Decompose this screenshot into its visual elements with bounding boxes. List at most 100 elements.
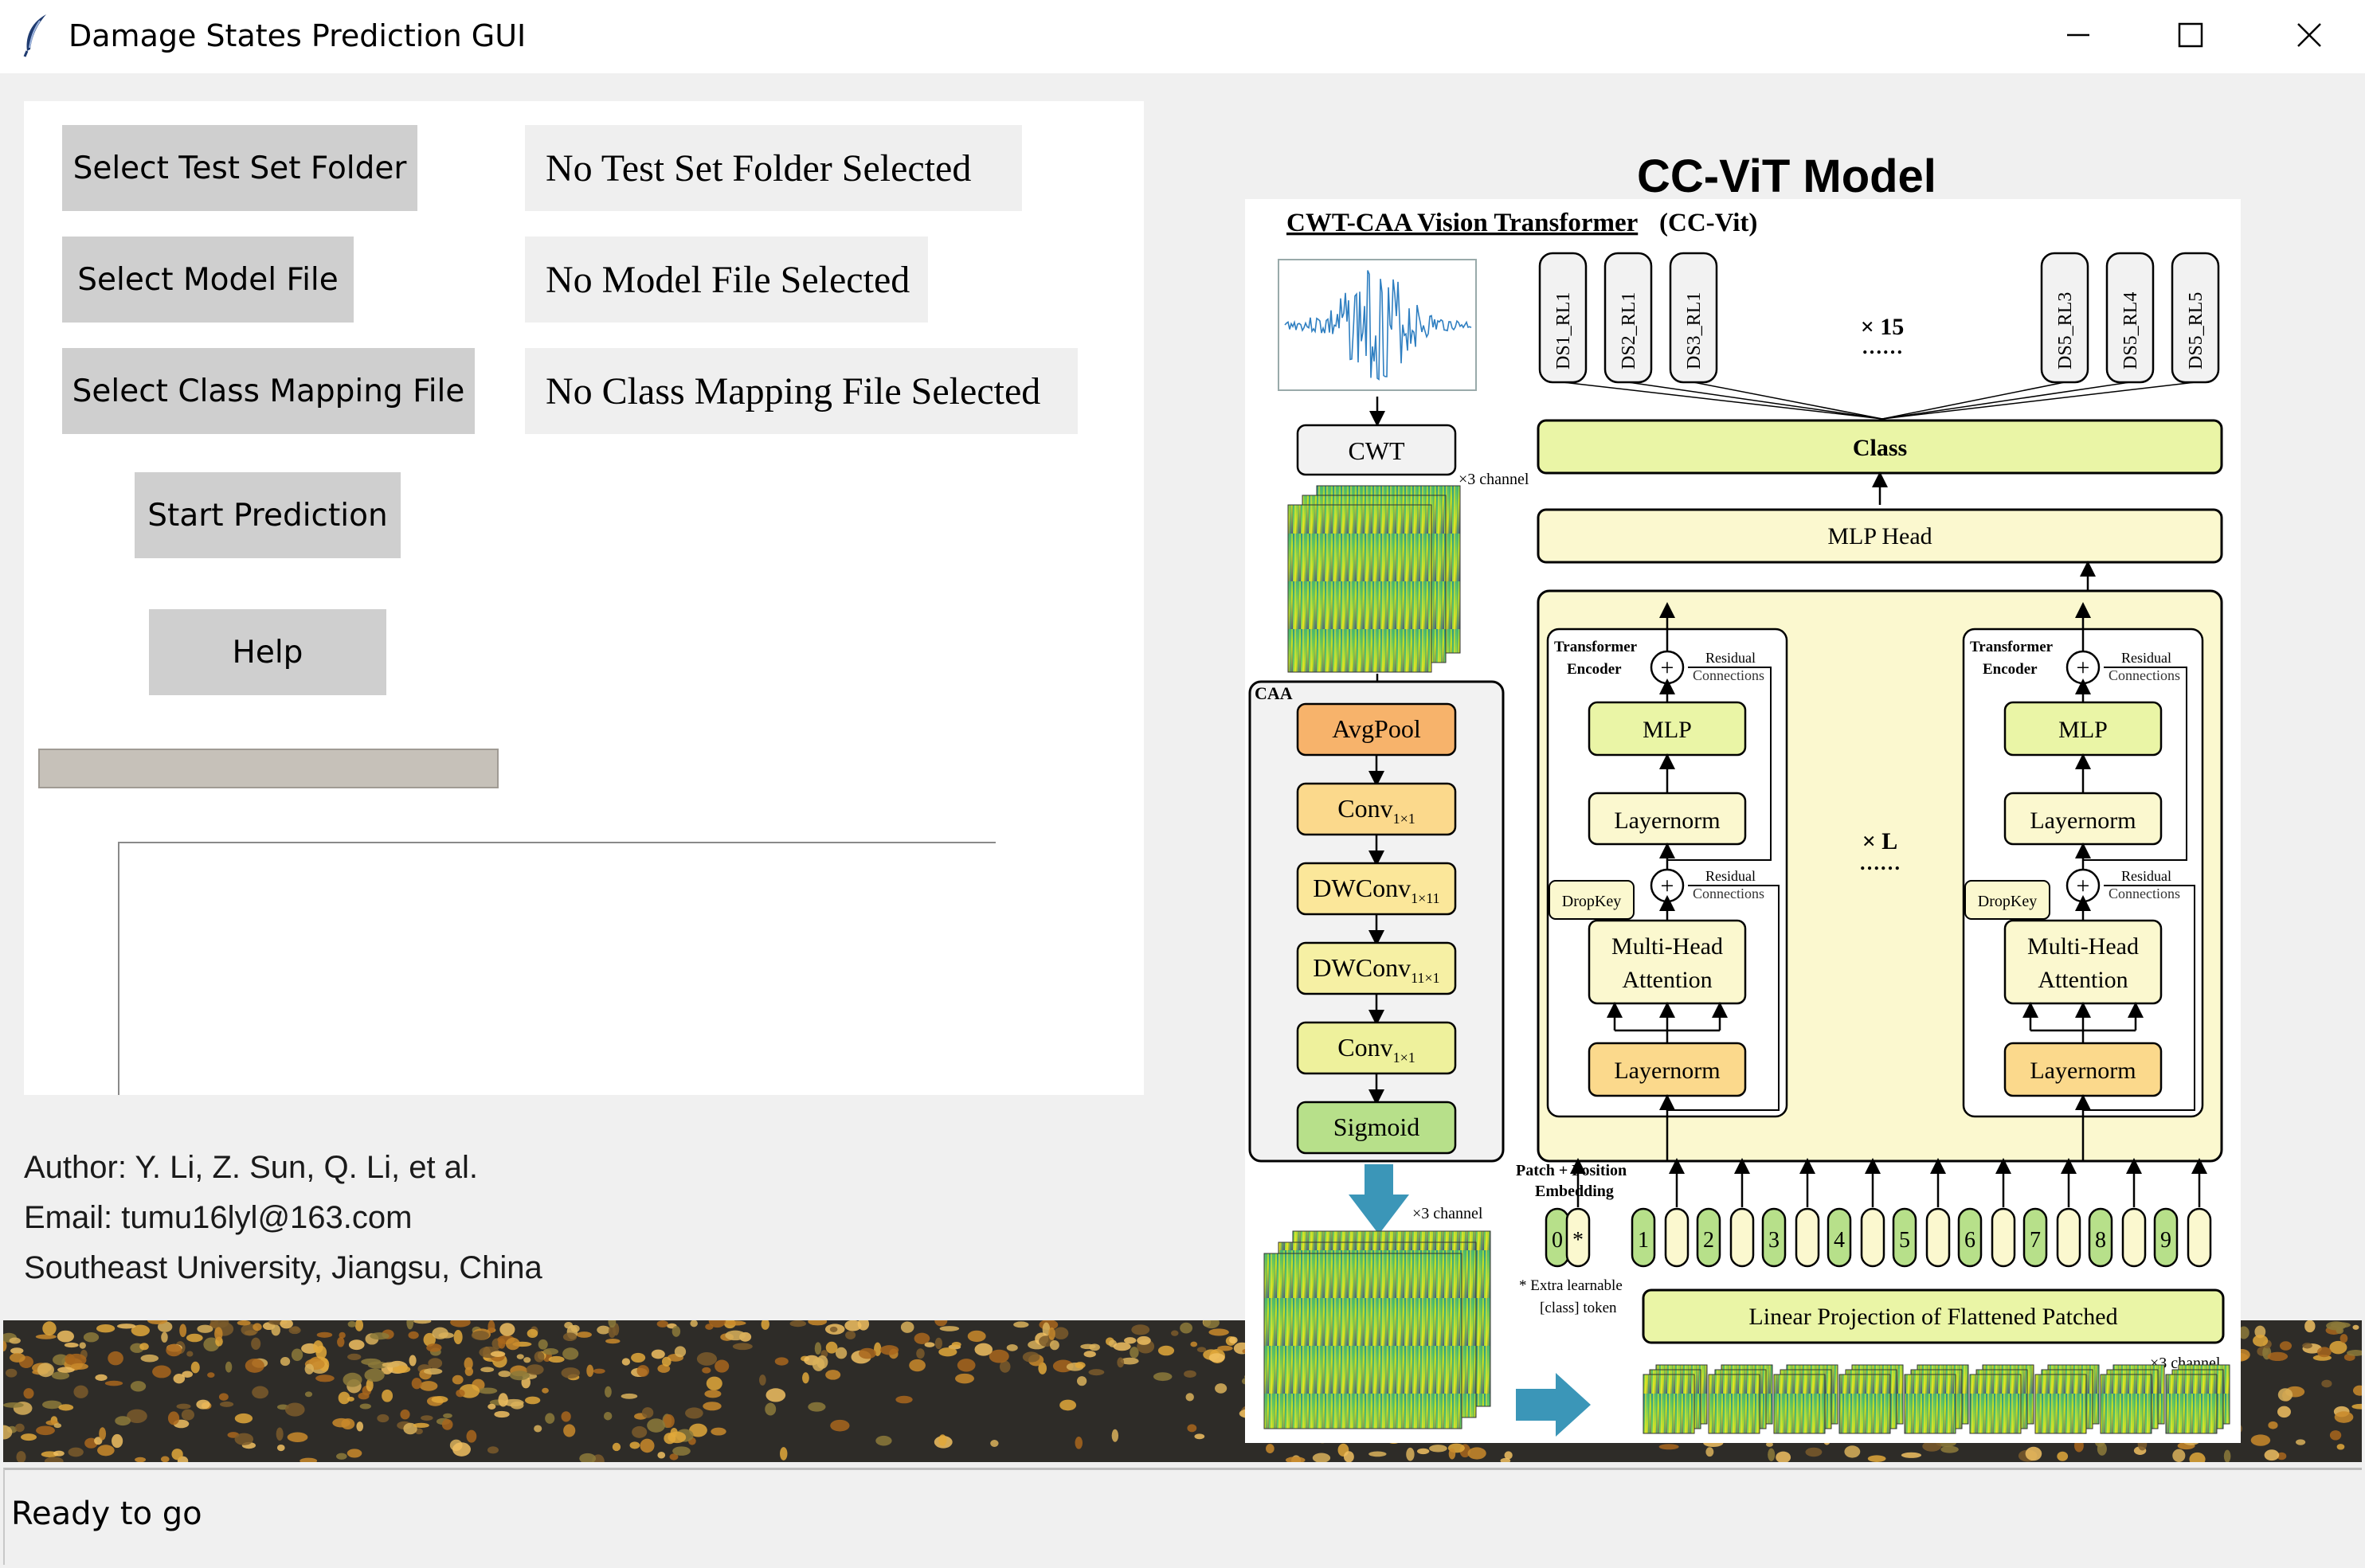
svg-text:Layernorm: Layernorm bbox=[2030, 807, 2136, 834]
start-prediction-button[interactable]: Start Prediction bbox=[135, 472, 401, 558]
output-class-label: DS5_RL4 bbox=[2120, 292, 2141, 370]
svg-text:Layernorm: Layernorm bbox=[2030, 1058, 2136, 1084]
position-token-label: 0 bbox=[1552, 1228, 1563, 1253]
weighted-feature-stack bbox=[1263, 1230, 1491, 1429]
svg-text:Encoder: Encoder bbox=[1567, 661, 1622, 678]
channel-note-2: ×3 channel bbox=[1412, 1205, 1483, 1222]
close-icon bbox=[2297, 23, 2321, 47]
extra-token-note-1: * Extra learnable bbox=[1519, 1277, 1623, 1294]
svg-text:DropKey: DropKey bbox=[1562, 893, 1621, 910]
position-token-label: 1 bbox=[1638, 1228, 1649, 1253]
position-token-label: 9 bbox=[2160, 1228, 2171, 1253]
select-model-button[interactable]: Select Model File bbox=[62, 237, 354, 323]
select-test-set-button[interactable]: Select Test Set Folder bbox=[62, 125, 417, 211]
patch-token bbox=[2187, 1207, 2212, 1268]
dots-middle: …… bbox=[1859, 851, 1901, 874]
svg-text:Multi-Head: Multi-Head bbox=[2027, 933, 2139, 960]
transformer-encoder-right: Transformer Encoder + Residual Connections ML… bbox=[1962, 602, 2204, 1161]
patch-token bbox=[1991, 1207, 2016, 1268]
position-token-label: 7 bbox=[2030, 1228, 2041, 1253]
patch-token bbox=[1795, 1207, 1820, 1268]
caa-block-label: Sigmoid bbox=[1333, 1112, 1419, 1141]
svg-text:Attention: Attention bbox=[1622, 967, 1712, 993]
feather-icon bbox=[23, 14, 46, 57]
status-text: Ready to go bbox=[11, 1496, 202, 1532]
svg-text:Multi-Head: Multi-Head bbox=[1611, 933, 1723, 960]
svg-text:+: + bbox=[1661, 873, 1674, 899]
linear-projection-label: Linear Projection of Flattened Patched bbox=[1748, 1304, 2117, 1330]
output-class-label: DS5_RL5 bbox=[2186, 292, 2206, 370]
model-file-label: No Model File Selected bbox=[525, 237, 928, 323]
close-button[interactable] bbox=[2253, 0, 2365, 73]
patch-stacks bbox=[1643, 1364, 2230, 1434]
affiliation-text: Southeast University, Jiangsu, China bbox=[24, 1250, 542, 1285]
channel-note-1: ×3 channel bbox=[1459, 471, 1529, 488]
svg-text:Layernorm: Layernorm bbox=[1614, 807, 1720, 834]
maximize-button[interactable] bbox=[2134, 0, 2246, 73]
select-mapping-button[interactable]: Select Class Mapping File bbox=[62, 348, 475, 434]
svg-text:Layernorm: Layernorm bbox=[1614, 1058, 1720, 1084]
mlp-head-label: MLP Head bbox=[1827, 523, 1932, 549]
figure-title-suffix: (CC-Vit) bbox=[1659, 209, 1757, 237]
spectrogram-stack bbox=[1287, 485, 1461, 673]
svg-text:+: + bbox=[1661, 655, 1674, 681]
dots-top: …… bbox=[1862, 335, 1903, 358]
svg-text:Residual: Residual bbox=[1705, 650, 1756, 666]
mapping-file-label: No Class Mapping File Selected bbox=[525, 348, 1078, 434]
output-class-label: DS1_RL1 bbox=[1553, 292, 1574, 370]
patch-token bbox=[2056, 1207, 2081, 1268]
progress-bar bbox=[38, 749, 499, 788]
output-class-label: DS2_RL1 bbox=[1619, 292, 1639, 370]
svg-text:Encoder: Encoder bbox=[1983, 661, 2038, 678]
svg-text:Connections: Connections bbox=[2109, 667, 2180, 683]
patch-token bbox=[1860, 1207, 1885, 1268]
extra-token-note-2: [class] token bbox=[1540, 1300, 1617, 1316]
svg-text:Connections: Connections bbox=[2109, 886, 2180, 901]
position-token-label: 2 bbox=[1703, 1228, 1714, 1253]
svg-text:Connections: Connections bbox=[1693, 886, 1764, 901]
position-token-label: 6 bbox=[1964, 1228, 1975, 1253]
svg-text:+: + bbox=[2077, 655, 2090, 681]
svg-text:Connections: Connections bbox=[1693, 667, 1764, 683]
position-token-label: 5 bbox=[1899, 1228, 1910, 1253]
patch-token bbox=[1925, 1207, 1951, 1268]
transformer-encoder-left: TransformerEncoder + ResidualConnectionsML… bbox=[1546, 602, 1788, 1161]
svg-text:+: + bbox=[2077, 873, 2090, 899]
right-arrow bbox=[1516, 1373, 1591, 1437]
model-architecture-image: CWT-CAA Vision Transformer (CC-Vit) CWT … bbox=[1245, 199, 2241, 1443]
patch-token bbox=[1729, 1207, 1755, 1268]
svg-text:Residual: Residual bbox=[2121, 868, 2171, 884]
test-set-label: No Test Set Folder Selected bbox=[525, 125, 1022, 211]
help-button[interactable]: Help bbox=[149, 609, 386, 695]
svg-text:Transformer: Transformer bbox=[1554, 639, 1638, 655]
position-token-label: 4 bbox=[1834, 1228, 1845, 1253]
patch-token-label: * bbox=[1572, 1228, 1584, 1253]
patch-token bbox=[1664, 1207, 1690, 1268]
figure-title: CWT-CAA Vision Transformer bbox=[1286, 209, 1638, 237]
output-class-label: DS3_RL1 bbox=[1684, 292, 1705, 370]
down-arrow bbox=[1349, 1164, 1409, 1234]
minimize-icon bbox=[2067, 33, 2089, 37]
cwt-label: CWT bbox=[1348, 436, 1405, 465]
model-heading: CC-ViT Model bbox=[1637, 151, 1936, 202]
email-text: Email: tumu16lyl@163.com bbox=[24, 1200, 413, 1235]
output-class-label: DS5_RL3 bbox=[2055, 292, 2076, 370]
svg-text:Attention: Attention bbox=[2038, 967, 2128, 993]
status-bar: Ready to go bbox=[3, 1468, 2362, 1565]
patch-position-label-2: Embedding bbox=[1535, 1183, 1614, 1200]
window-title: Damage States Prediction GUI bbox=[69, 18, 527, 53]
svg-text:MLP: MLP bbox=[1643, 717, 1692, 743]
minimize-button[interactable] bbox=[2022, 0, 2134, 73]
position-token-label: 8 bbox=[2095, 1228, 2106, 1253]
svg-text:Residual: Residual bbox=[1705, 868, 1756, 884]
svg-text:Transformer: Transformer bbox=[1970, 639, 2054, 655]
maximize-icon bbox=[2178, 22, 2203, 48]
class-label: Class bbox=[1853, 435, 1907, 461]
patch-token bbox=[2121, 1207, 2147, 1268]
result-text-area[interactable] bbox=[118, 842, 996, 1095]
author-text: Author: Y. Li, Z. Sun, Q. Li, et al. bbox=[24, 1150, 478, 1185]
svg-text:MLP: MLP bbox=[2058, 717, 2108, 743]
position-token-label: 3 bbox=[1768, 1228, 1780, 1253]
title-bar: Damage States Prediction GUI bbox=[0, 0, 2365, 73]
caa-block-label: AvgPool bbox=[1332, 714, 1421, 743]
